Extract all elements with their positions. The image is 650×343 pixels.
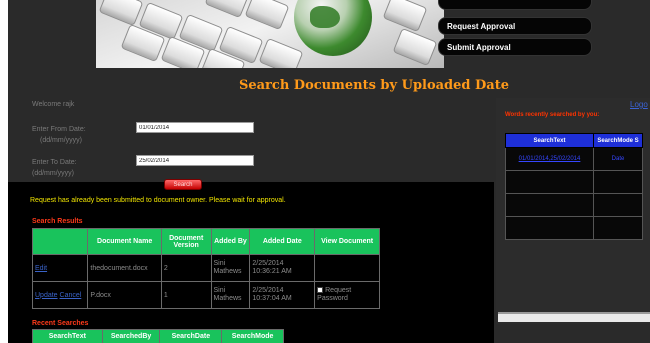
col-header-document-name: Document Name <box>87 228 162 255</box>
document-version-cell: 2 <box>160 254 212 282</box>
from-date-label: Enter From Date: (dd/mm/yyyy) <box>32 124 86 146</box>
from-date-label-text: Enter From Date: <box>32 126 86 133</box>
col-header-search-date: SearchDate <box>159 329 223 343</box>
side-search-text-cell[interactable] <box>505 193 594 217</box>
document-name-cell: P.docx <box>87 281 162 309</box>
col-header-actions <box>31 228 89 255</box>
col-header-search-mode: SearchMode <box>221 329 284 343</box>
table-row: 01/01/2014,25/02/2014 Date <box>505 147 643 171</box>
side-search-mode-cell <box>593 216 643 240</box>
recent-searches-table: SearchText SearchedBy SearchDate SearchM… <box>32 329 284 343</box>
table-row <box>505 216 643 240</box>
row-actions: Edit <box>31 254 89 282</box>
edit-link[interactable]: Edit <box>35 265 47 272</box>
col-header-document-version: Document Version <box>160 228 212 255</box>
recent-words-table: SearchText SearchMode S 01/01/2014,25/02… <box>505 133 643 240</box>
to-date-hint: (dd/mm/yyyy) <box>32 170 74 177</box>
page-background: Request Approval Submit Approval Search … <box>8 0 650 343</box>
request-password-label: Request Password <box>317 287 352 302</box>
menu-request-approval[interactable]: Request Approval <box>438 17 592 35</box>
keyboard-key <box>392 27 438 67</box>
side-panel-scrollbar[interactable] <box>498 312 650 322</box>
view-document-cell <box>314 254 380 282</box>
logout-link[interactable]: Logo <box>630 100 648 109</box>
from-date-field[interactable] <box>136 122 254 133</box>
side-col-search-mode: SearchMode S <box>593 133 643 148</box>
recent-words-title: Words recently searched by you: <box>505 112 600 118</box>
globe-land-shape <box>310 6 340 28</box>
col-header-search-text: SearchText <box>32 329 103 343</box>
side-search-mode-cell: Date <box>593 147 643 171</box>
row-actions: Update Cancel <box>31 281 89 309</box>
side-col-search-text: SearchText <box>505 133 594 148</box>
keyboard-key <box>244 0 290 31</box>
table-row: Update Cancel P.docx 1 Sini Mathews 2/25… <box>31 281 380 309</box>
side-search-text-cell[interactable] <box>505 170 594 194</box>
side-search-mode-cell <box>593 170 643 194</box>
keyboard-key <box>98 0 144 27</box>
side-search-mode-cell <box>593 193 643 217</box>
search-results-table: Document Name Document Version Added By … <box>31 228 380 309</box>
col-header-added-date: Added Date <box>249 228 316 255</box>
side-search-text-cell[interactable] <box>505 216 594 240</box>
table-row: Edit thedocument.docx 2 Sini Mathews 2/2… <box>31 254 380 282</box>
added-by-cell: Sini Mathews <box>210 281 251 309</box>
to-date-field[interactable] <box>136 155 254 166</box>
table-row <box>505 170 643 194</box>
page-title: Search Documents by Uploaded Date <box>238 78 510 93</box>
added-by-cell: Sini Mathews <box>210 254 251 282</box>
document-version-cell: 1 <box>160 281 212 309</box>
approval-notice: Request has already been submitted to do… <box>30 197 286 204</box>
banner-image <box>96 0 444 68</box>
col-header-added-by: Added By <box>210 228 251 255</box>
to-date-label-text: Enter To Date: <box>32 159 77 166</box>
document-name-cell: thedocument.docx <box>87 254 162 282</box>
from-date-hint: (dd/mm/yyyy) <box>40 137 82 144</box>
recent-searches-title: Recent Searches <box>32 320 89 327</box>
added-date-cell: 2/25/2014 10:37:04 AM <box>249 281 316 309</box>
search-results-title: Search Results <box>32 218 83 225</box>
update-link[interactable]: Update <box>35 292 58 299</box>
keyboard-key <box>204 0 250 19</box>
menu-submit-approval[interactable]: Submit Approval <box>438 38 592 56</box>
view-document-cell: Request Password <box>314 281 380 309</box>
request-password-checkbox[interactable] <box>317 287 324 294</box>
col-header-searched-by: SearchedBy <box>101 329 161 343</box>
col-header-view-document: View Document <box>314 228 380 255</box>
side-search-text-cell[interactable]: 01/01/2014,25/02/2014 <box>505 147 594 171</box>
cancel-link[interactable]: Cancel <box>60 292 82 299</box>
menu-item-top[interactable] <box>438 0 592 10</box>
keyboard-key <box>258 37 304 68</box>
to-date-label: Enter To Date: (dd/mm/yyyy) <box>32 157 77 179</box>
side-search-text-link[interactable]: 01/01/2014,25/02/2014 <box>519 156 581 162</box>
welcome-text: Welcome rajk <box>32 101 75 108</box>
keyboard-key <box>382 0 428 33</box>
search-button[interactable]: Search <box>164 179 202 190</box>
added-date-cell: 2/25/2014 10:36:21 AM <box>249 254 316 282</box>
table-row <box>505 193 643 217</box>
